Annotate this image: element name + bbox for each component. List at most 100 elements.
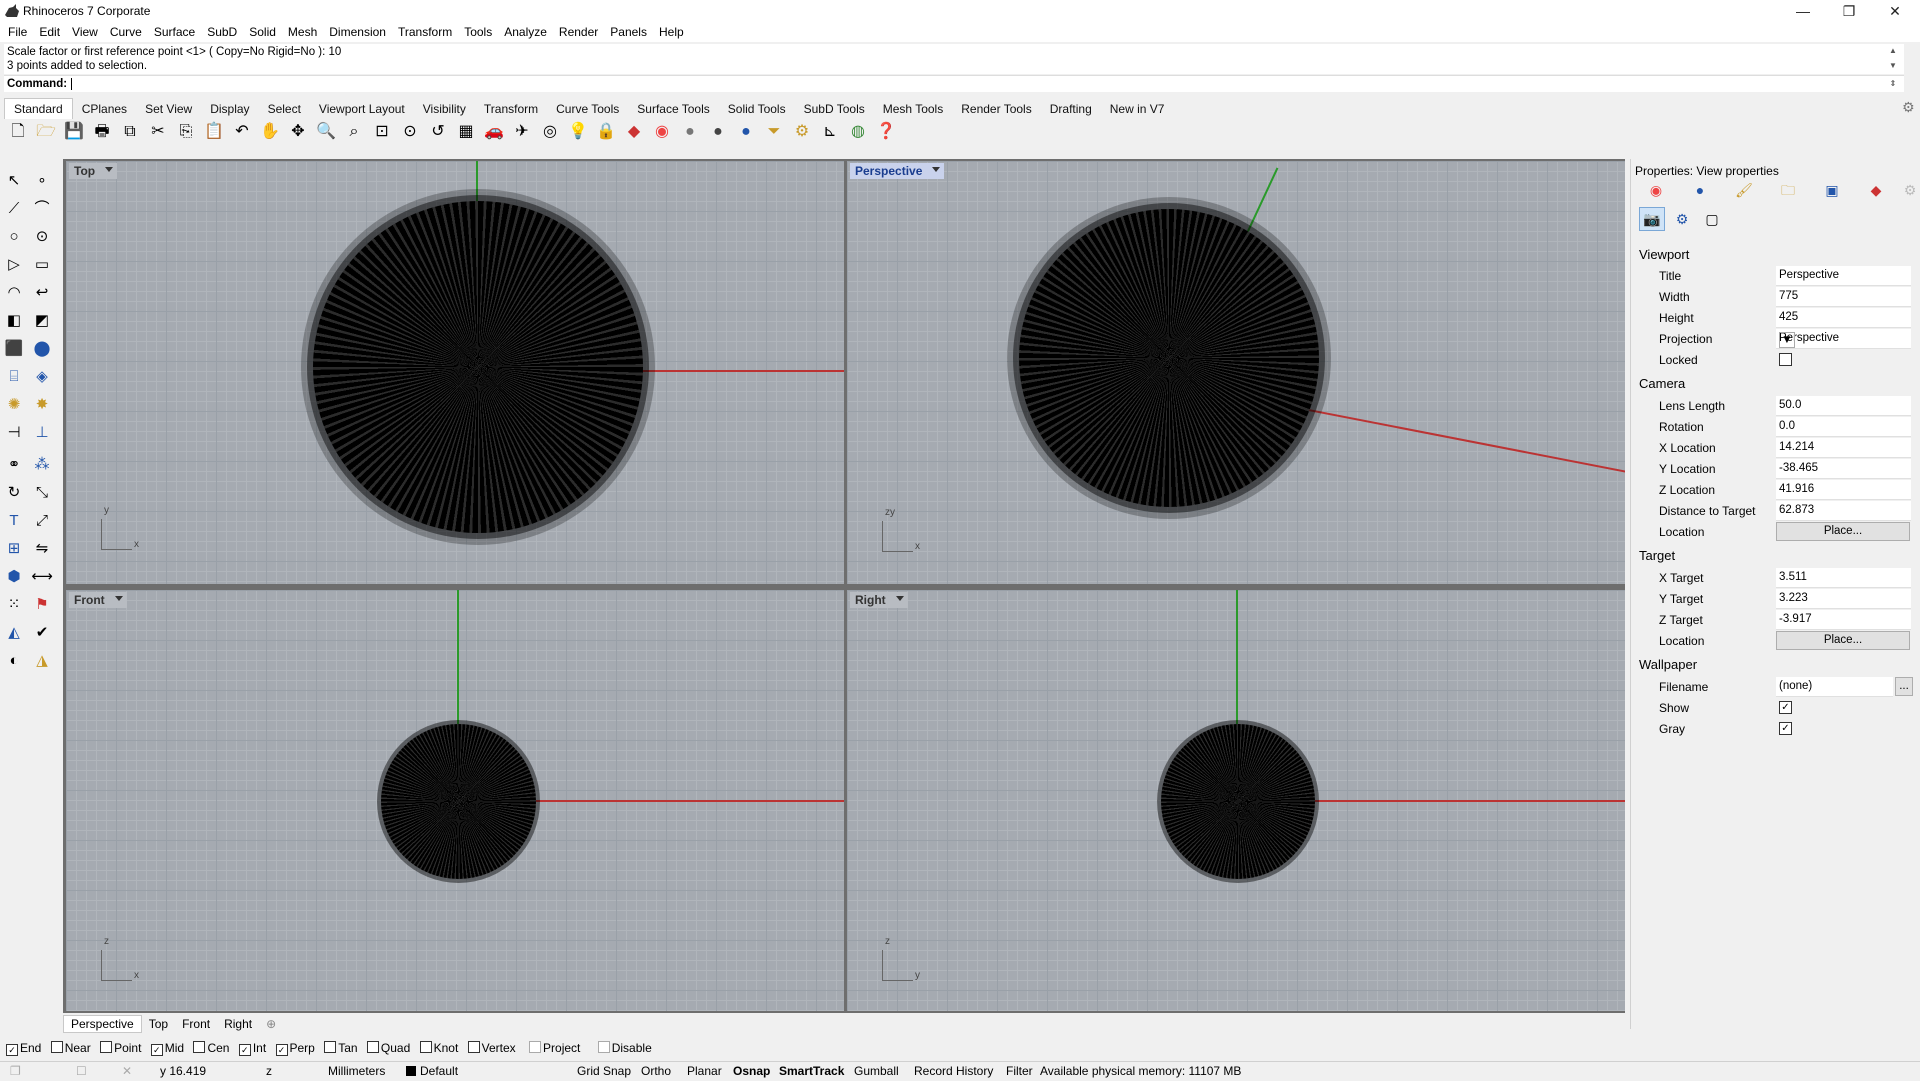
spiky-sphere-object[interactable] (381, 724, 536, 879)
tab-visibility[interactable]: Visibility (414, 99, 475, 119)
menu-tools[interactable]: Tools (458, 22, 498, 42)
plane-icon[interactable]: ✈ (510, 120, 534, 144)
menu-view[interactable]: View (66, 22, 104, 42)
help-icon[interactable]: ❓ (874, 120, 898, 144)
view-tab-perspective[interactable]: Perspective (63, 1015, 142, 1033)
tab-new-in-v7[interactable]: New in V7 (1101, 99, 1174, 119)
menu-analyze[interactable]: Analyze (498, 22, 553, 42)
tab-select[interactable]: Select (259, 99, 310, 119)
target-place-button[interactable]: Place... (1776, 631, 1910, 650)
tab-set-view[interactable]: Set View (136, 99, 201, 119)
circle-icon[interactable]: ○ (2, 226, 26, 248)
sphere-gray-icon[interactable]: ● (678, 120, 702, 144)
x-location-field[interactable]: 14.214 (1776, 438, 1911, 458)
browse-button[interactable]: ... (1895, 677, 1913, 696)
viewport-top[interactable]: Top yx (66, 161, 844, 584)
zoom-selected-icon[interactable]: ⊙ (398, 120, 422, 144)
osnap-perp[interactable]: ✓ Perp (275, 1041, 315, 1056)
cut-icon[interactable]: ✂ (146, 120, 170, 144)
light-icon[interactable]: ✺ (2, 394, 26, 416)
extrude-icon[interactable]: ⌸ (2, 366, 26, 388)
camera-icon[interactable]: 📷 (1639, 207, 1665, 231)
checkbox-icon[interactable] (50, 1041, 63, 1053)
settings-gear-icon[interactable]: ⚙ (1902, 99, 1915, 116)
polyline-icon[interactable]: ⟋ (2, 198, 26, 220)
menu-solid[interactable]: Solid (243, 22, 282, 42)
arc-icon[interactable]: ◠ (2, 282, 26, 304)
save-icon[interactable]: 💾 (62, 120, 86, 144)
folder-icon[interactable]: 🗀 (1779, 181, 1797, 199)
smarttrack-toggle[interactable]: SmartTrack (779, 1062, 844, 1081)
zoom-window-icon[interactable]: ⌕ (342, 120, 366, 144)
spiky-sphere-object[interactable] (313, 201, 643, 533)
new-file-icon[interactable]: 🗋 (6, 120, 30, 144)
dropdown-arrow-icon[interactable] (114, 596, 123, 601)
view-settings-icon[interactable]: ⚙ (1669, 207, 1695, 231)
mesh-icon[interactable]: ◈ (30, 366, 54, 388)
menu-surface[interactable]: Surface (148, 22, 201, 42)
dropdown-arrow-icon[interactable] (895, 596, 904, 601)
trim-icon[interactable]: ⊣ (2, 422, 26, 444)
viewport-front[interactable]: Front zx (66, 590, 844, 1011)
circle-tool-icon[interactable]: ◎ (538, 120, 562, 144)
fillet-icon[interactable]: ↩ (30, 282, 54, 304)
copy-icon[interactable]: ⎘ (174, 120, 198, 144)
checkbox-icon[interactable] (366, 1041, 379, 1053)
spiky-sphere-object[interactable] (1019, 209, 1319, 507)
osnap-tan[interactable]: Tan (324, 1041, 358, 1055)
tab-cplanes[interactable]: CPlanes (73, 99, 136, 119)
explode-icon[interactable]: ✸ (30, 394, 54, 416)
menu-subd[interactable]: SubD (201, 22, 243, 42)
rotation-field[interactable]: 0.0 (1776, 417, 1911, 437)
tab-drafting[interactable]: Drafting (1041, 99, 1101, 119)
maximize-icon[interactable]: ☐ (76, 1062, 87, 1081)
osnap-cen[interactable]: Cen (193, 1041, 229, 1055)
undo-view-icon[interactable]: ↺ (426, 120, 450, 144)
osnap-near[interactable]: Near (50, 1041, 91, 1055)
ellipse-icon[interactable]: ⊙ (30, 226, 54, 248)
osnap-point[interactable]: Point (100, 1041, 141, 1055)
viewport-label-top[interactable]: Top (69, 163, 118, 179)
x-target-field[interactable]: 3.511 (1776, 568, 1911, 588)
boolean-icon[interactable]: ⬤ (30, 338, 54, 360)
osnap-end[interactable]: ✓ End (6, 1041, 41, 1056)
checkbox-checked-icon[interactable]: ✓ (275, 1044, 288, 1056)
add-view-tab-icon[interactable]: ⊕ (259, 1016, 283, 1032)
dropdown-arrow-icon[interactable] (105, 167, 114, 172)
zoom-icon[interactable]: 🔍 (314, 120, 338, 144)
filename-field[interactable]: (none) (1776, 677, 1893, 697)
y-location-field[interactable]: -38.465 (1776, 459, 1911, 479)
gray-checkbox[interactable]: ✓ (1779, 722, 1792, 735)
y-target-field[interactable]: 3.223 (1776, 589, 1911, 609)
tab-render-tools[interactable]: Render Tools (952, 99, 1041, 119)
scroll-up-icon[interactable]: ▲ (1886, 44, 1900, 59)
layer-pane[interactable]: Default (406, 1062, 458, 1081)
z-target-field[interactable]: -3.917 (1776, 610, 1911, 630)
render-icon[interactable]: ◍ (846, 120, 870, 144)
lock-icon[interactable]: 🔒 (594, 120, 618, 144)
point-icon[interactable]: ∘ (30, 170, 54, 192)
checkbox-checked-icon[interactable]: ✓ (6, 1044, 18, 1056)
curve-icon[interactable]: ⌒ (30, 198, 54, 220)
scale-icon[interactable]: ⤢ (30, 510, 54, 532)
tab-curve-tools[interactable]: Curve Tools (547, 99, 628, 119)
sphere-dark-icon[interactable]: ● (706, 120, 730, 144)
split-icon[interactable]: ⊥ (30, 422, 54, 444)
close-button[interactable]: ✕ (1872, 0, 1918, 22)
osnap-project[interactable]: Project (529, 1041, 580, 1055)
viewport-label-right[interactable]: Right (850, 592, 908, 608)
units-pane[interactable]: Millimeters (328, 1062, 385, 1081)
undo-icon[interactable]: ↶ (230, 120, 254, 144)
tab-surface-tools[interactable]: Surface Tools (628, 99, 719, 119)
checkbox-checked-icon[interactable]: ✓ (238, 1044, 251, 1056)
checkbox-icon[interactable] (597, 1041, 610, 1053)
gumball-toggle[interactable]: Gumball (854, 1062, 899, 1081)
checkbox-icon[interactable] (324, 1041, 337, 1053)
menu-curve[interactable]: Curve (104, 22, 148, 42)
camera-place-button[interactable]: Place... (1776, 522, 1910, 541)
tab-display[interactable]: Display (201, 99, 258, 119)
menu-mesh[interactable]: Mesh (282, 22, 323, 42)
mirror-icon[interactable]: ⇋ (30, 538, 54, 560)
view-tab-front[interactable]: Front (175, 1016, 217, 1032)
layer-icon[interactable]: ◆ (1867, 181, 1885, 199)
